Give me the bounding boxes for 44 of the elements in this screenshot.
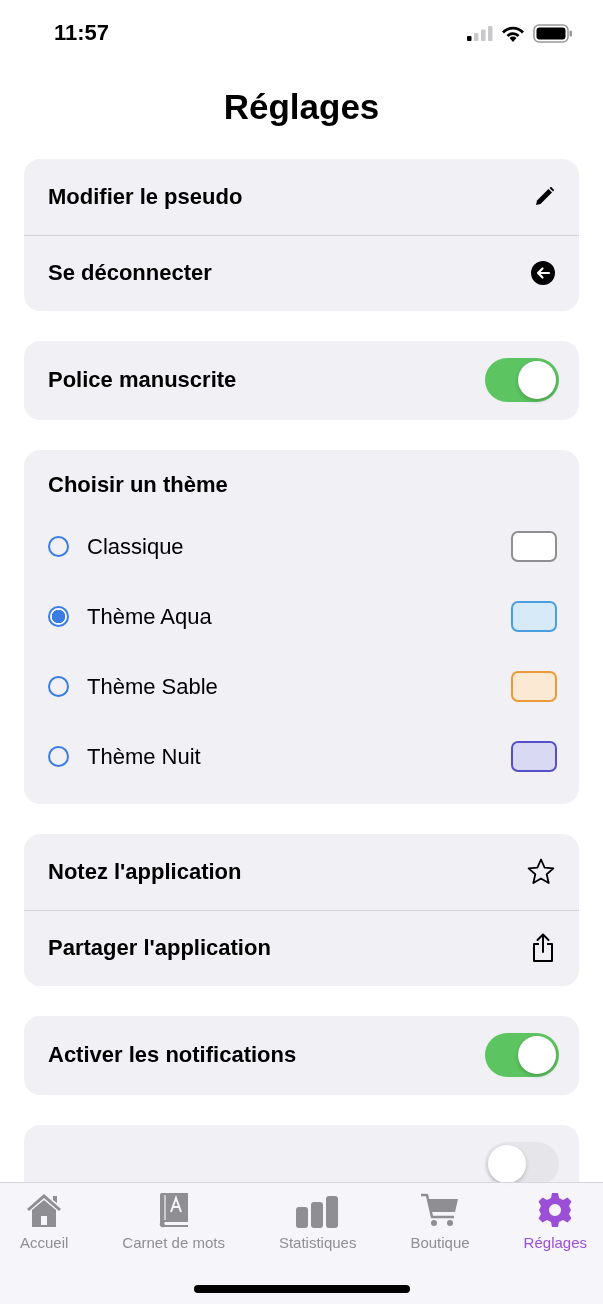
signal-icon xyxy=(467,25,493,41)
book-icon xyxy=(158,1192,189,1228)
row-label: Police manuscrite xyxy=(48,367,237,393)
tab-item[interactable]: Boutique xyxy=(410,1191,470,1251)
radio-button[interactable] xyxy=(48,746,69,767)
settings-row[interactable]: Notez l'application xyxy=(24,833,579,910)
row-label: Activer les notifications xyxy=(48,1042,297,1068)
theme-label: Thème Aqua xyxy=(87,603,213,630)
settings-row[interactable]: Se déconnecter xyxy=(24,234,579,311)
theme-label: Classique xyxy=(87,533,185,560)
bar-chart-icon xyxy=(295,1196,340,1228)
section-heading: Choisir un thème xyxy=(47,471,229,499)
radio-button[interactable] xyxy=(48,536,69,557)
color-swatch[interactable] xyxy=(511,601,557,632)
toggle-switch[interactable] xyxy=(485,358,559,402)
row-label: Modifier le pseudo xyxy=(48,183,243,210)
radio-button[interactable] xyxy=(48,676,69,697)
settings-row[interactable]: Partager l'application xyxy=(24,909,579,986)
radio-button[interactable] xyxy=(48,606,69,627)
theme-label: Thème Sable xyxy=(87,673,219,700)
color-swatch[interactable] xyxy=(511,531,557,562)
tab-item[interactable]: Réglages xyxy=(523,1191,587,1251)
row-label: Notez l'application xyxy=(48,858,242,885)
tab-item[interactable]: Carnet de mots xyxy=(122,1191,225,1251)
star-icon xyxy=(527,858,555,885)
arrow-left-circle-icon xyxy=(531,261,555,285)
house-icon xyxy=(25,1192,64,1228)
theme-label: Thème Nuit xyxy=(87,743,202,770)
row-label: Se déconnecter xyxy=(48,260,212,286)
status-time: 11:57 xyxy=(54,20,110,46)
page-title: Réglages xyxy=(222,88,381,127)
color-swatch[interactable] xyxy=(511,671,557,702)
settings-icon xyxy=(537,1192,574,1228)
tab-item[interactable]: Accueil xyxy=(20,1191,69,1251)
color-swatch[interactable] xyxy=(511,741,557,772)
pencil-icon xyxy=(533,185,555,208)
tab-item[interactable]: Statistiques xyxy=(278,1191,357,1251)
battery-icon xyxy=(533,23,573,43)
toggle-switch[interactable] xyxy=(485,1033,559,1077)
wifi-icon xyxy=(501,24,525,42)
cart-icon xyxy=(420,1192,460,1228)
settings-row[interactable]: Modifier le pseudo xyxy=(24,158,579,235)
share-icon xyxy=(531,933,555,963)
row-label: Partager l'application xyxy=(48,935,271,961)
